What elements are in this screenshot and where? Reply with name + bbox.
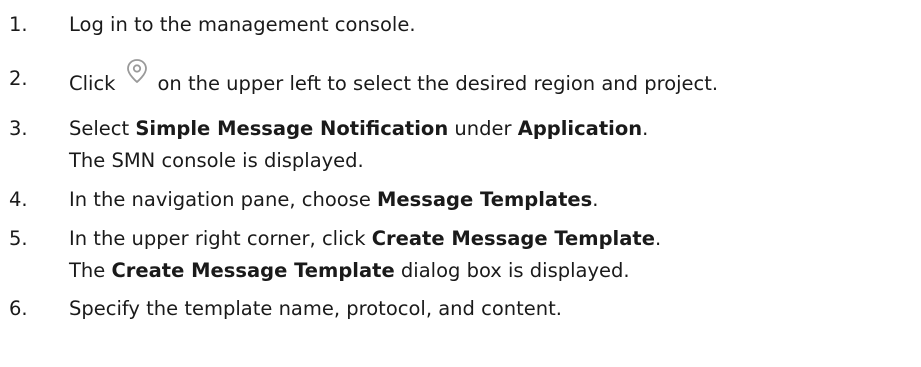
step-text-after: on the upper left to select the desired … xyxy=(157,72,719,95)
step-text-before: Click xyxy=(69,72,116,95)
ui-term: Application xyxy=(517,117,643,140)
text-segment: dialog box is displayed. xyxy=(394,259,630,282)
step-number: 5. xyxy=(9,227,28,250)
step-note: The SMN console is displayed. xyxy=(69,149,364,172)
step-text: Select Simple Message Notification under… xyxy=(69,114,648,144)
ui-term: Create Message Template xyxy=(371,227,655,250)
text-segment: under xyxy=(448,117,518,140)
location-pin-icon xyxy=(123,59,151,96)
text-segment: . xyxy=(592,188,599,211)
ui-term: Message Templates xyxy=(377,188,593,211)
step-text: Specify the template name, protocol, and… xyxy=(69,297,562,320)
ui-term: Create Message Template xyxy=(111,259,395,282)
step-note: The Create Message Template dialog box i… xyxy=(69,256,630,286)
step-number: 1. xyxy=(9,13,28,36)
text-segment: . xyxy=(642,117,649,140)
text-segment: The xyxy=(69,259,112,282)
step-text: Log in to the management console. xyxy=(69,13,416,36)
step-number: 2. xyxy=(9,67,28,90)
text-segment: In the upper right corner, click xyxy=(69,227,372,250)
ui-term: Simple Message Notification xyxy=(135,117,449,140)
text-segment: In the navigation pane, choose xyxy=(69,188,378,211)
step-text: Click on the upper left to select the de… xyxy=(69,59,719,99)
step-number: 3. xyxy=(9,117,28,140)
text-segment: Select xyxy=(69,117,136,140)
step-text: In the upper right corner, click Create … xyxy=(69,224,661,254)
step-number: 4. xyxy=(9,188,28,211)
step-text: In the navigation pane, choose Message T… xyxy=(69,185,598,215)
step-number: 6. xyxy=(9,297,28,320)
text-segment: . xyxy=(654,227,662,250)
